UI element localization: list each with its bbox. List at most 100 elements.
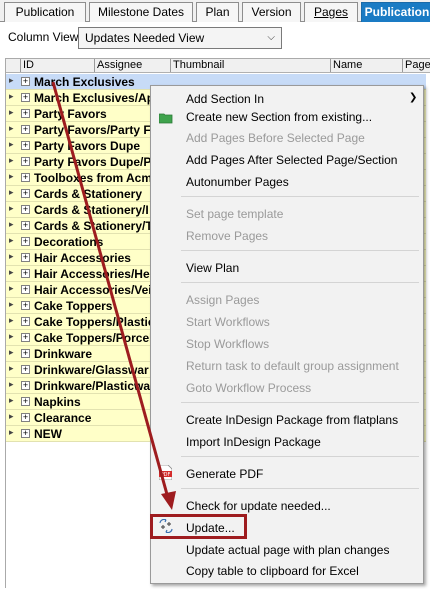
- column-view-select[interactable]: Updates Needed View ⌵: [78, 27, 282, 49]
- expand-plus-icon[interactable]: +: [21, 349, 30, 358]
- menu-item-set-page-template: Set page template: [186, 207, 284, 221]
- expand-plus-icon[interactable]: +: [21, 429, 30, 438]
- row-pointer-icon: ▸: [9, 395, 14, 405]
- menu-item-check-for-update-needed[interactable]: Check for update needed...: [186, 497, 331, 515]
- tab-strip: Publication Milestone Dates Plan Version…: [0, 0, 430, 22]
- menu-separator: [181, 196, 419, 197]
- menu-item-view-plan[interactable]: View Plan: [186, 259, 239, 277]
- expand-plus-icon[interactable]: +: [21, 413, 30, 422]
- expand-plus-icon[interactable]: +: [21, 285, 30, 294]
- row-pointer-icon: ▸: [9, 187, 14, 197]
- row-pointer-icon: ▸: [9, 139, 14, 149]
- row-section-name: Party Favors Dupe: [34, 139, 141, 153]
- menu-separator: [181, 402, 419, 403]
- row-pointer-icon: ▸: [9, 171, 14, 181]
- column-header-page[interactable]: Page: [402, 59, 430, 72]
- tab-publication[interactable]: Publication: [4, 2, 86, 22]
- row-pointer-icon: ▸: [9, 379, 14, 389]
- svg-text:PDF: PDF: [161, 472, 171, 478]
- row-pointer-icon: ▸: [9, 331, 14, 341]
- row-pointer-icon: ▸: [9, 299, 14, 309]
- menu-item-autonumber-pages[interactable]: Autonumber Pages: [186, 173, 289, 191]
- menu-item-add-pages-after[interactable]: Add Pages After Selected Page/Section: [186, 151, 397, 169]
- row-section-name: Cake Toppers/Porcel: [34, 331, 153, 345]
- expand-plus-icon[interactable]: +: [21, 365, 30, 374]
- menu-separator: [181, 282, 419, 283]
- column-header-assignee[interactable]: Assignee: [94, 59, 170, 72]
- menu-separator: [181, 456, 419, 457]
- row-pointer-icon: ▸: [9, 267, 14, 277]
- menu-item-generate-pdf[interactable]: Generate PDF: [186, 465, 263, 483]
- row-section-name: Decorations: [34, 235, 104, 249]
- expand-plus-icon[interactable]: +: [21, 253, 30, 262]
- expand-plus-icon[interactable]: +: [21, 173, 30, 182]
- menu-item-assign-pages: Assign Pages: [186, 293, 260, 307]
- expand-plus-icon[interactable]: +: [21, 189, 30, 198]
- tab-publication-active[interactable]: Publication: [361, 2, 430, 22]
- expand-plus-icon[interactable]: +: [21, 109, 30, 118]
- column-header-name[interactable]: Name: [330, 59, 402, 72]
- pdf-icon: PDF: [158, 464, 173, 483]
- menu-item-create-indesign-package[interactable]: Create InDesign Package from flatplans: [186, 411, 398, 429]
- tab-plan[interactable]: Plan: [196, 2, 239, 22]
- row-section-name: NEW: [34, 427, 62, 441]
- row-pointer-icon: ▸: [9, 427, 14, 437]
- row-pointer-icon: ▸: [9, 75, 14, 85]
- menu-item-add-pages-before: Add Pages Before Selected Page: [186, 131, 365, 145]
- expand-plus-icon[interactable]: +: [21, 125, 30, 134]
- row-section-name: March Exclusives: [34, 75, 135, 89]
- row-section-name: Drinkware/Plasticwa: [34, 379, 151, 393]
- row-pointer-icon: ▸: [9, 219, 14, 229]
- column-view-label: Column View:: [8, 30, 82, 44]
- grid-header: ID Assignee Thumbnail Name Page: [6, 59, 430, 73]
- row-section-name: March Exclusives/Apr: [34, 91, 156, 105]
- menu-separator: [181, 488, 419, 489]
- tab-pages[interactable]: Pages: [304, 2, 358, 22]
- expand-plus-icon[interactable]: +: [21, 221, 30, 230]
- menu-item-create-section-from-existing[interactable]: Create new Section from existing...: [186, 108, 372, 126]
- annotation-highlight-box: [150, 514, 247, 539]
- row-pointer-icon: ▸: [9, 107, 14, 117]
- menu-item-copy-table-to-clipboard[interactable]: Copy table to clipboard for Excel: [186, 562, 359, 580]
- expand-plus-icon[interactable]: +: [21, 157, 30, 166]
- column-header-id[interactable]: ID: [20, 59, 94, 72]
- expand-plus-icon[interactable]: +: [21, 141, 30, 150]
- row-section-name: Cards & Stationery: [34, 187, 143, 201]
- expand-plus-icon[interactable]: +: [21, 397, 30, 406]
- expand-plus-icon[interactable]: +: [21, 205, 30, 214]
- row-section-name: Napkins: [34, 395, 81, 409]
- expand-plus-icon[interactable]: +: [21, 77, 30, 86]
- context-menu: Add Section In ❯ Create new Section from…: [150, 85, 424, 584]
- expand-plus-icon[interactable]: +: [21, 237, 30, 246]
- tab-version[interactable]: Version: [242, 2, 301, 22]
- row-section-name: Party Favors: [34, 107, 107, 121]
- menu-item-goto-workflow-process: Goto Workflow Process: [186, 381, 312, 395]
- row-section-name: Hair Accessories: [34, 251, 131, 265]
- row-section-name: Cake Toppers/Plastic: [34, 315, 155, 329]
- row-pointer-icon: ▸: [9, 251, 14, 261]
- row-pointer-icon: ▸: [9, 347, 14, 357]
- row-section-name: Clearance: [34, 411, 92, 425]
- row-pointer-icon: ▸: [9, 123, 14, 133]
- expand-plus-icon[interactable]: +: [21, 317, 30, 326]
- column-header-thumbnail[interactable]: Thumbnail: [170, 59, 330, 72]
- menu-item-import-indesign-package[interactable]: Import InDesign Package: [186, 433, 321, 451]
- row-section-name: Cake Toppers: [34, 299, 113, 313]
- row-pointer-icon: ▸: [9, 363, 14, 373]
- row-section-name: Party Favors/Party F: [34, 123, 151, 137]
- row-section-name: Hair Accessories/Veil: [34, 283, 155, 297]
- row-section-name: Cards & Stationery/T: [34, 219, 153, 233]
- menu-item-add-section-in[interactable]: Add Section In: [186, 90, 264, 108]
- menu-item-stop-workflows: Stop Workflows: [186, 337, 270, 351]
- menu-item-start-workflows: Start Workflows: [186, 315, 270, 329]
- expand-plus-icon[interactable]: +: [21, 269, 30, 278]
- expand-plus-icon[interactable]: +: [21, 93, 30, 102]
- chevron-right-icon: ❯: [409, 92, 418, 103]
- expand-plus-icon[interactable]: +: [21, 333, 30, 342]
- tab-milestone-dates[interactable]: Milestone Dates: [89, 2, 193, 22]
- menu-item-update-actual-page[interactable]: Update actual page with plan changes: [186, 541, 389, 559]
- row-section-name: Drinkware: [34, 347, 93, 361]
- row-pointer-icon: ▸: [9, 155, 14, 165]
- expand-plus-icon[interactable]: +: [21, 381, 30, 390]
- expand-plus-icon[interactable]: +: [21, 301, 30, 310]
